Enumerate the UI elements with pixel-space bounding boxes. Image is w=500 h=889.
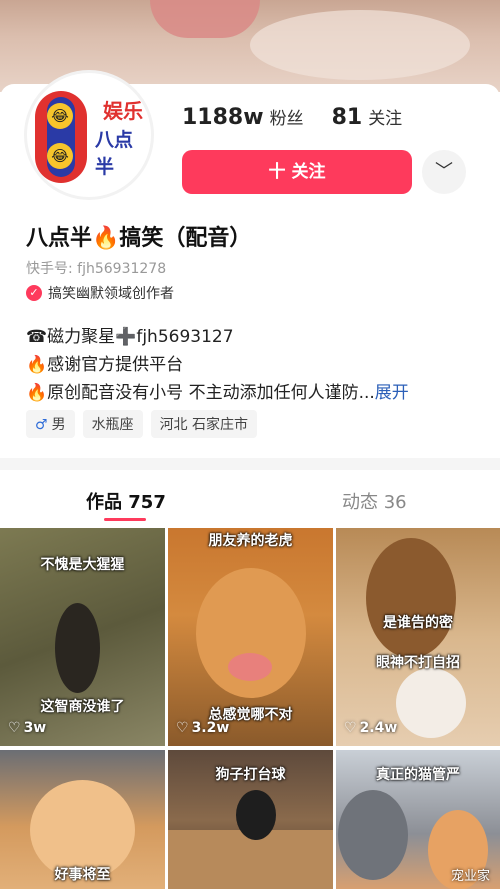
dog-white-shape [396, 668, 466, 738]
tab-active-indicator [104, 518, 146, 521]
tag-location: 河北 石家庄市 [150, 410, 258, 438]
chevron-down-icon[interactable]: ﹀ [422, 150, 466, 194]
follow-button[interactable]: 十 关注 [182, 150, 412, 194]
tag-zodiac: 水瓶座 [82, 410, 143, 438]
video-caption-bottom: 这智商没谁了 [40, 699, 125, 715]
heart-icon: ♡ [176, 720, 189, 736]
avatar-text-line2: 八点半 [95, 129, 134, 178]
cat-gray-shape [338, 790, 408, 880]
heart-icon: ♡ [8, 720, 21, 736]
video-caption-top: 真正的猫管严 [376, 767, 460, 783]
video-likes-count: 2.4w [359, 720, 398, 736]
video-likes-count: 3w [23, 720, 47, 736]
male-icon: ♂ [35, 417, 48, 433]
tag-gender-label: 男 [51, 417, 66, 433]
dog-shape [236, 790, 276, 840]
video-caption-top: 狗子打台球 [215, 767, 286, 783]
watermark: 宠业家 [450, 869, 490, 884]
video-thumbnail[interactable]: 好事将至 [0, 750, 165, 889]
bio-line-text: 🔥原创配音没有小号 不主动添加任何人谨防... [26, 383, 375, 403]
video-caption-top: 不愧是大猩猩 [40, 557, 125, 573]
video-thumbnail[interactable]: 真正的猫管严 宠业家 [336, 750, 500, 889]
followers-count[interactable]: 1188w [182, 105, 264, 130]
video-likes-count: 3.2w [191, 720, 230, 736]
creator-badge[interactable]: ✓ 搞笑幽默领域创作者 [26, 283, 174, 303]
tab-dynamics[interactable]: 动态 36 [342, 488, 407, 514]
dog-brown-shape [366, 538, 456, 658]
bio-line: 🔥原创配音没有小号 不主动添加任何人谨防...展开 [26, 378, 409, 403]
bio-expand-link[interactable]: 展开 [375, 383, 409, 403]
followers-label[interactable]: 粉丝 [270, 104, 304, 129]
avatar-text-line1: 娱乐 [103, 99, 143, 123]
bio-line: 🔥感谢官方提供平台 [26, 355, 184, 375]
following-count[interactable]: 81 [332, 105, 363, 130]
banner-nose [150, 0, 260, 38]
gorilla-shape [55, 603, 100, 693]
laugh-emoji-icon: 😂 [47, 143, 73, 169]
heart-icon: ♡ [344, 720, 357, 736]
check-badge-icon: ✓ [26, 285, 42, 301]
video-likes: ♡ 3.2w [176, 720, 229, 736]
profile-tags: ♂ 男 水瓶座 河北 石家庄市 [26, 410, 265, 438]
banner-fur [250, 10, 470, 80]
profile-name: 八点半🔥搞笑（配音） [26, 226, 252, 251]
user-id[interactable]: 快手号: fjh56931278 [26, 258, 166, 278]
tab-works[interactable]: 作品 757 [86, 488, 166, 514]
video-caption-bottom: 眼神不打自招 [376, 655, 460, 671]
profile-stats: 1188w 粉丝 81 关注 [182, 104, 430, 130]
video-thumbnail[interactable]: 是谁告的密 眼神不打自招 ♡ 2.4w [336, 528, 500, 746]
video-likes: ♡ 3w [8, 720, 46, 736]
avatar[interactable]: 😂 😂 娱乐 八点半 [24, 70, 154, 200]
tag-gender: ♂ 男 [26, 410, 75, 438]
creator-badge-label: 搞笑幽默领域创作者 [48, 286, 174, 302]
bio-line: ☎磁力聚星➕fjh5693127 [26, 327, 234, 347]
video-thumbnail[interactable]: 朋友养的老虎 总感觉哪不对 ♡ 3.2w [168, 528, 333, 746]
video-caption-top: 朋友养的老虎 [208, 533, 293, 549]
video-caption-top: 是谁告的密 [383, 615, 453, 631]
profile-card: 😂 😂 娱乐 八点半 1188w 粉丝 81 关注 十 关注 ﹀ 八点半🔥搞笑（… [0, 70, 500, 889]
video-thumbnail[interactable]: 不愧是大猩猩 这智商没谁了 ♡ 3w [0, 528, 165, 746]
laugh-emoji-icon: 😂 [47, 103, 73, 129]
video-thumbnail[interactable]: 狗子打台球 [168, 750, 333, 889]
video-caption-bottom: 好事将至 [54, 867, 111, 883]
following-label[interactable]: 关注 [368, 104, 402, 129]
dog-nose-shape [228, 653, 272, 681]
video-likes: ♡ 2.4w [344, 720, 397, 736]
section-divider [0, 458, 500, 470]
